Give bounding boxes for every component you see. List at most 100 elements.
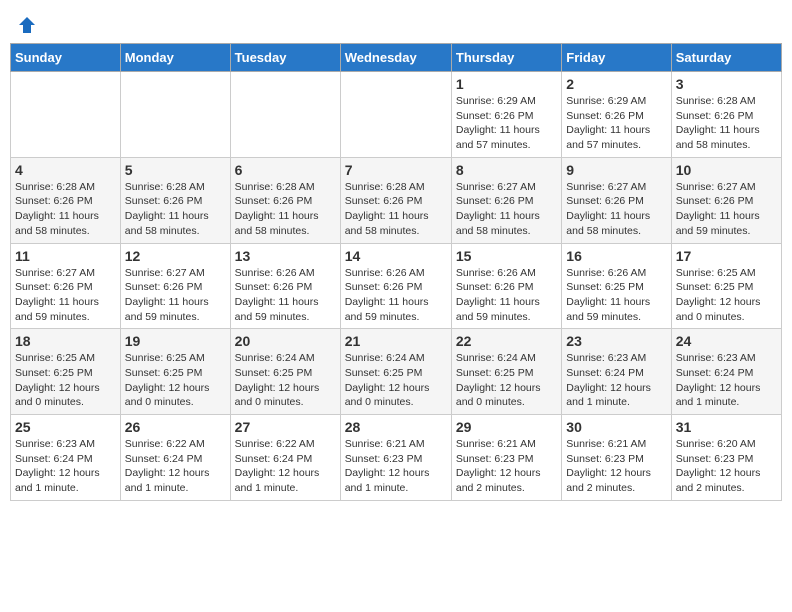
day-info: Sunrise: 6:22 AM Sunset: 6:24 PM Dayligh… bbox=[125, 437, 226, 496]
calendar-cell: 24 Sunrise: 6:23 AM Sunset: 6:24 PM Dayli… bbox=[671, 329, 781, 415]
calendar-cell: 6Sunrise: 6:28 AM Sunset: 6:26 PM Daylig… bbox=[230, 157, 340, 243]
day-number: 12 bbox=[125, 248, 226, 264]
day-info: Sunrise: 6:24 AM Sunset: 6:25 PM Dayligh… bbox=[345, 351, 447, 410]
calendar-cell: 18Sunrise: 6:25 AM Sunset: 6:25 PM Dayli… bbox=[11, 329, 121, 415]
day-number: 2 bbox=[566, 76, 666, 92]
calendar-cell: 13 Sunrise: 6:26 AM Sunset: 6:26 PM Dayli… bbox=[230, 243, 340, 329]
day-info: Sunrise: 6:26 AM Sunset: 6:26 PM Dayligh… bbox=[456, 266, 557, 325]
day-of-week-header: Saturday bbox=[671, 44, 781, 72]
calendar-cell: 11 Sunrise: 6:27 AM Sunset: 6:26 PM Dayli… bbox=[11, 243, 121, 329]
calendar-cell bbox=[120, 72, 230, 158]
calendar-cell: 19 Sunrise: 6:25 AM Sunset: 6:25 PM Dayli… bbox=[120, 329, 230, 415]
calendar-week-row: 11 Sunrise: 6:27 AM Sunset: 6:26 PM Dayli… bbox=[11, 243, 782, 329]
calendar-cell: 7Sunrise: 6:28 AM Sunset: 6:26 PM Daylig… bbox=[340, 157, 451, 243]
calendar-cell: 10 Sunrise: 6:27 AM Sunset: 6:26 PM Dayli… bbox=[671, 157, 781, 243]
day-number: 10 bbox=[676, 162, 777, 178]
calendar-week-row: 25Sunrise: 6:23 AM Sunset: 6:24 PM Dayli… bbox=[11, 415, 782, 501]
calendar-cell: 8Sunrise: 6:27 AM Sunset: 6:26 PM Daylig… bbox=[451, 157, 561, 243]
day-number: 24 bbox=[676, 333, 777, 349]
day-number: 30 bbox=[566, 419, 666, 435]
day-info: Sunrise: 6:23 AM Sunset: 6:24 PM Dayligh… bbox=[676, 351, 777, 410]
calendar-cell: 2 Sunrise: 6:29 AM Sunset: 6:26 PM Daylig… bbox=[562, 72, 671, 158]
day-info: Sunrise: 6:26 AM Sunset: 6:26 PM Dayligh… bbox=[235, 266, 336, 325]
logo bbox=[15, 15, 37, 35]
day-info: Sunrise: 6:22 AM Sunset: 6:24 PM Dayligh… bbox=[235, 437, 336, 496]
calendar-cell bbox=[230, 72, 340, 158]
calendar-cell: 21 Sunrise: 6:24 AM Sunset: 6:25 PM Dayli… bbox=[340, 329, 451, 415]
day-info: Sunrise: 6:27 AM Sunset: 6:26 PM Dayligh… bbox=[125, 266, 226, 325]
day-number: 21 bbox=[345, 333, 447, 349]
day-info: Sunrise: 6:28 AM Sunset: 6:26 PM Dayligh… bbox=[15, 180, 116, 239]
day-number: 1 bbox=[456, 76, 557, 92]
day-info: Sunrise: 6:25 AM Sunset: 6:25 PM Dayligh… bbox=[125, 351, 226, 410]
day-info: Sunrise: 6:20 AM Sunset: 6:23 PM Dayligh… bbox=[676, 437, 777, 496]
day-number: 17 bbox=[676, 248, 777, 264]
day-number: 18 bbox=[15, 333, 116, 349]
calendar-cell: 30 Sunrise: 6:21 AM Sunset: 6:23 PM Dayli… bbox=[562, 415, 671, 501]
day-info: Sunrise: 6:27 AM Sunset: 6:26 PM Dayligh… bbox=[676, 180, 777, 239]
day-number: 14 bbox=[345, 248, 447, 264]
calendar-cell: 25Sunrise: 6:23 AM Sunset: 6:24 PM Dayli… bbox=[11, 415, 121, 501]
day-number: 11 bbox=[15, 248, 116, 264]
day-info: Sunrise: 6:28 AM Sunset: 6:26 PM Dayligh… bbox=[235, 180, 336, 239]
calendar-cell bbox=[340, 72, 451, 158]
day-number: 19 bbox=[125, 333, 226, 349]
day-info: Sunrise: 6:26 AM Sunset: 6:25 PM Dayligh… bbox=[566, 266, 666, 325]
day-info: Sunrise: 6:23 AM Sunset: 6:24 PM Dayligh… bbox=[566, 351, 666, 410]
day-number: 26 bbox=[125, 419, 226, 435]
day-of-week-header: Monday bbox=[120, 44, 230, 72]
calendar-cell: 23 Sunrise: 6:23 AM Sunset: 6:24 PM Dayli… bbox=[562, 329, 671, 415]
calendar-cell: 1Sunrise: 6:29 AM Sunset: 6:26 PM Daylig… bbox=[451, 72, 561, 158]
day-of-week-header: Thursday bbox=[451, 44, 561, 72]
calendar-cell: 3Sunrise: 6:28 AM Sunset: 6:26 PM Daylig… bbox=[671, 72, 781, 158]
calendar-cell: 12 Sunrise: 6:27 AM Sunset: 6:26 PM Dayli… bbox=[120, 243, 230, 329]
day-number: 9 bbox=[566, 162, 666, 178]
day-number: 22 bbox=[456, 333, 557, 349]
day-number: 16 bbox=[566, 248, 666, 264]
calendar-cell: 15 Sunrise: 6:26 AM Sunset: 6:26 PM Dayli… bbox=[451, 243, 561, 329]
day-info: Sunrise: 6:25 AM Sunset: 6:25 PM Dayligh… bbox=[676, 266, 777, 325]
day-of-week-header: Friday bbox=[562, 44, 671, 72]
day-number: 29 bbox=[456, 419, 557, 435]
calendar-cell bbox=[11, 72, 121, 158]
calendar-cell: 22 Sunrise: 6:24 AM Sunset: 6:25 PM Dayli… bbox=[451, 329, 561, 415]
calendar-cell: 17 Sunrise: 6:25 AM Sunset: 6:25 PM Dayli… bbox=[671, 243, 781, 329]
day-number: 25 bbox=[15, 419, 116, 435]
day-number: 13 bbox=[235, 248, 336, 264]
day-info: Sunrise: 6:28 AM Sunset: 6:26 PM Dayligh… bbox=[345, 180, 447, 239]
calendar-cell: 14 Sunrise: 6:26 AM Sunset: 6:26 PM Dayli… bbox=[340, 243, 451, 329]
day-info: Sunrise: 6:21 AM Sunset: 6:23 PM Dayligh… bbox=[566, 437, 666, 496]
calendar-week-row: 18 Sunrise: 6:25 AM Sunset: 6:25 PM Dayli… bbox=[11, 329, 782, 415]
day-info: Sunrise: 6:27 AM Sunset: 6:26 PM Dayligh… bbox=[566, 180, 666, 239]
day-info: Sunrise: 6:29 AM Sunset: 6:26 PM Dayligh… bbox=[566, 94, 666, 153]
day-of-week-header: Wednesday bbox=[340, 44, 451, 72]
day-number: 8 bbox=[456, 162, 557, 178]
page-header bbox=[10, 10, 782, 35]
day-info: Sunrise: 6:24 AM Sunset: 6:25 PM Dayligh… bbox=[235, 351, 336, 410]
calendar-cell: 28Sunrise: 6:21 AM Sunset: 6:23 PM Dayli… bbox=[340, 415, 451, 501]
calendar-table: SundayMondayTuesdayWednesdayThursdayFrid… bbox=[10, 43, 782, 501]
day-number: 5 bbox=[125, 162, 226, 178]
calendar-cell: 5Sunrise: 6:28 AM Sunset: 6:26 PM Daylig… bbox=[120, 157, 230, 243]
day-number: 20 bbox=[235, 333, 336, 349]
calendar-cell: 29 Sunrise: 6:21 AM Sunset: 6:23 PM Dayli… bbox=[451, 415, 561, 501]
calendar-cell: 4 Sunrise: 6:28 AM Sunset: 6:26 PM Daylig… bbox=[11, 157, 121, 243]
day-info: Sunrise: 6:27 AM Sunset: 6:26 PM Dayligh… bbox=[15, 266, 116, 325]
day-info: Sunrise: 6:26 AM Sunset: 6:26 PM Dayligh… bbox=[345, 266, 447, 325]
day-number: 23 bbox=[566, 333, 666, 349]
day-of-week-header: Tuesday bbox=[230, 44, 340, 72]
day-number: 27 bbox=[235, 419, 336, 435]
calendar-week-row: 1 Sunrise: 6:29 AM Sunset: 6:26 PM Daylig… bbox=[11, 72, 782, 158]
calendar-cell: 16 Sunrise: 6:26 AM Sunset: 6:25 PM Dayli… bbox=[562, 243, 671, 329]
day-info: Sunrise: 6:21 AM Sunset: 6:23 PM Dayligh… bbox=[456, 437, 557, 496]
calendar-week-row: 4 Sunrise: 6:28 AM Sunset: 6:26 PM Daylig… bbox=[11, 157, 782, 243]
day-info: Sunrise: 6:24 AM Sunset: 6:25 PM Dayligh… bbox=[456, 351, 557, 410]
day-number: 3 bbox=[676, 76, 777, 92]
logo-icon bbox=[17, 15, 37, 35]
calendar-cell: 27 Sunrise: 6:22 AM Sunset: 6:24 PM Dayli… bbox=[230, 415, 340, 501]
day-number: 4 bbox=[15, 162, 116, 178]
day-number: 15 bbox=[456, 248, 557, 264]
day-number: 28 bbox=[345, 419, 447, 435]
calendar-cell: 9 Sunrise: 6:27 AM Sunset: 6:26 PM Daylig… bbox=[562, 157, 671, 243]
calendar-cell: 31Sunrise: 6:20 AM Sunset: 6:23 PM Dayli… bbox=[671, 415, 781, 501]
